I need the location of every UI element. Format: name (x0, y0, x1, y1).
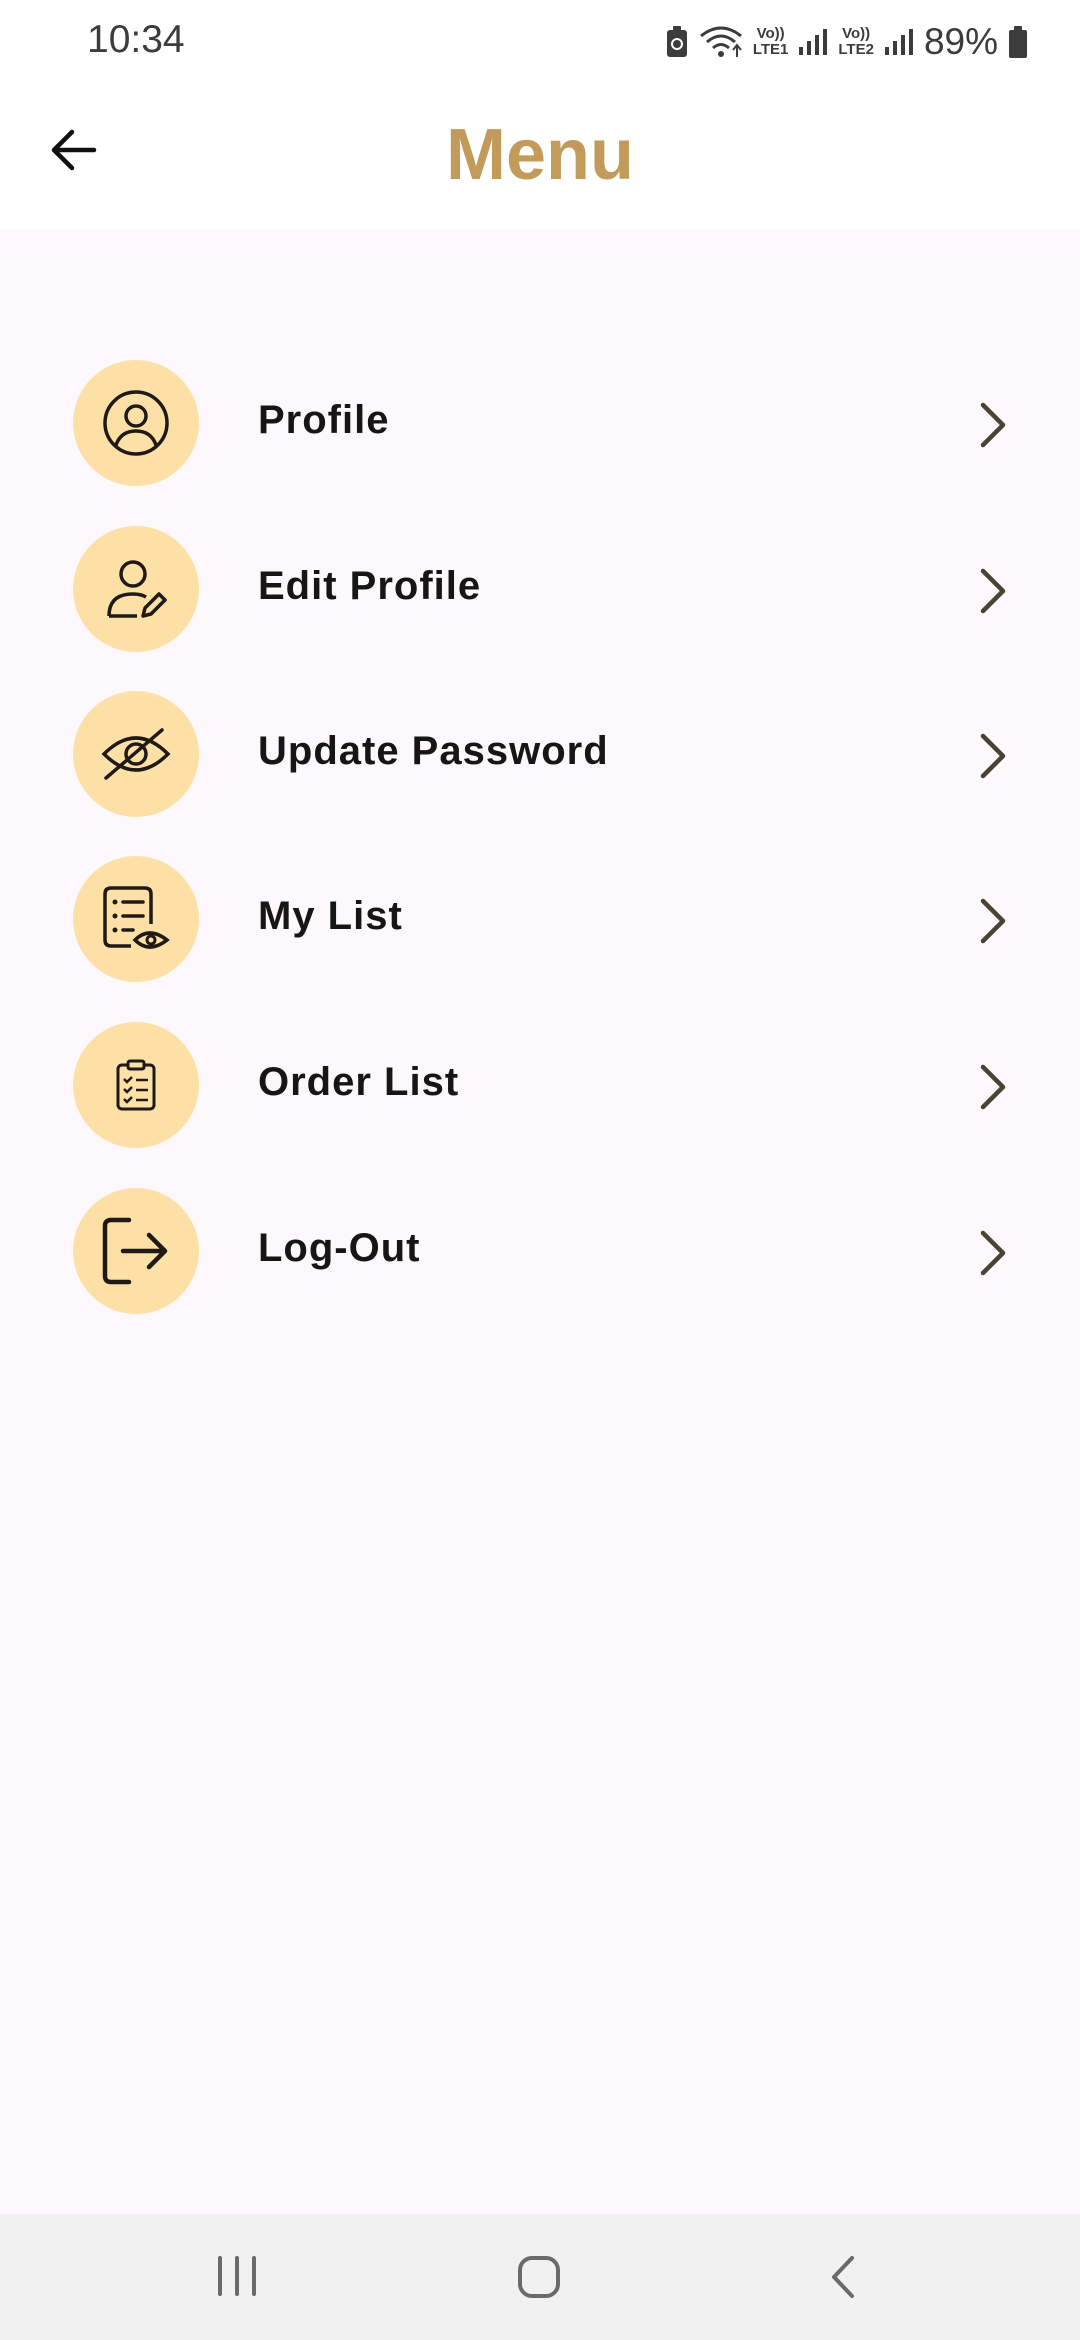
menu-item-my-list[interactable]: My List (0, 856, 1080, 986)
icon-circle (73, 1022, 199, 1148)
home-icon[interactable] (516, 2254, 562, 2300)
chevron-right-icon (980, 568, 1006, 614)
clipboard-checklist-icon (116, 1059, 156, 1111)
battery-icon (1009, 26, 1027, 58)
chevron-right-icon (980, 733, 1006, 779)
icon-circle (73, 691, 199, 817)
signal-icon (884, 29, 913, 55)
back-icon[interactable] (826, 2254, 860, 2300)
lte2-indicator: Vo)) LTE2 (838, 25, 874, 58)
icon-circle (73, 360, 199, 486)
chevron-right-icon (980, 898, 1006, 944)
menu-item-label: Edit Profile (258, 564, 482, 608)
menu-item-order-list[interactable]: Order List (0, 1022, 1080, 1152)
list-view-icon (103, 886, 170, 949)
user-edit-icon (107, 560, 167, 618)
chevron-right-icon (980, 1230, 1006, 1276)
recent-apps-icon[interactable] (216, 2254, 258, 2298)
menu-item-label: My List (258, 894, 403, 938)
chevron-right-icon (980, 402, 1006, 448)
status-icons: Vo)) LTE1 Vo)) LTE2 89% (665, 18, 1028, 66)
user-circle-icon (103, 390, 169, 456)
icon-circle (73, 1188, 199, 1314)
battery-saver-icon (666, 26, 687, 57)
system-nav-bar (0, 2214, 1080, 2340)
menu-item-label: Update Password (258, 729, 609, 773)
app-bar: Menu (0, 84, 1080, 230)
menu-item-log-out[interactable]: Log-Out (0, 1188, 1080, 1318)
logout-icon (102, 1217, 168, 1285)
menu-item-label: Log-Out (258, 1226, 421, 1270)
chevron-right-icon (980, 1064, 1006, 1110)
status-bar: 10:34 Vo)) LTE1 Vo)) LTE2 89% (0, 0, 1080, 84)
lte1-indicator: Vo)) LTE1 (752, 25, 789, 58)
icon-circle (73, 526, 199, 652)
page-title: Menu (446, 115, 634, 195)
status-time: 10:34 (87, 18, 185, 61)
menu-item-label: Order List (258, 1060, 460, 1104)
icon-circle (73, 856, 199, 982)
menu-item-label: Profile (258, 398, 390, 442)
signal-icon (799, 29, 828, 55)
eye-off-icon (101, 728, 171, 780)
menu-item-profile[interactable]: Profile (0, 360, 1080, 490)
menu-item-update-password[interactable]: Update Password (0, 691, 1080, 821)
battery-percent: 89% (923, 21, 998, 62)
menu-item-edit-profile[interactable]: Edit Profile (0, 526, 1080, 656)
wifi-icon (699, 26, 742, 57)
